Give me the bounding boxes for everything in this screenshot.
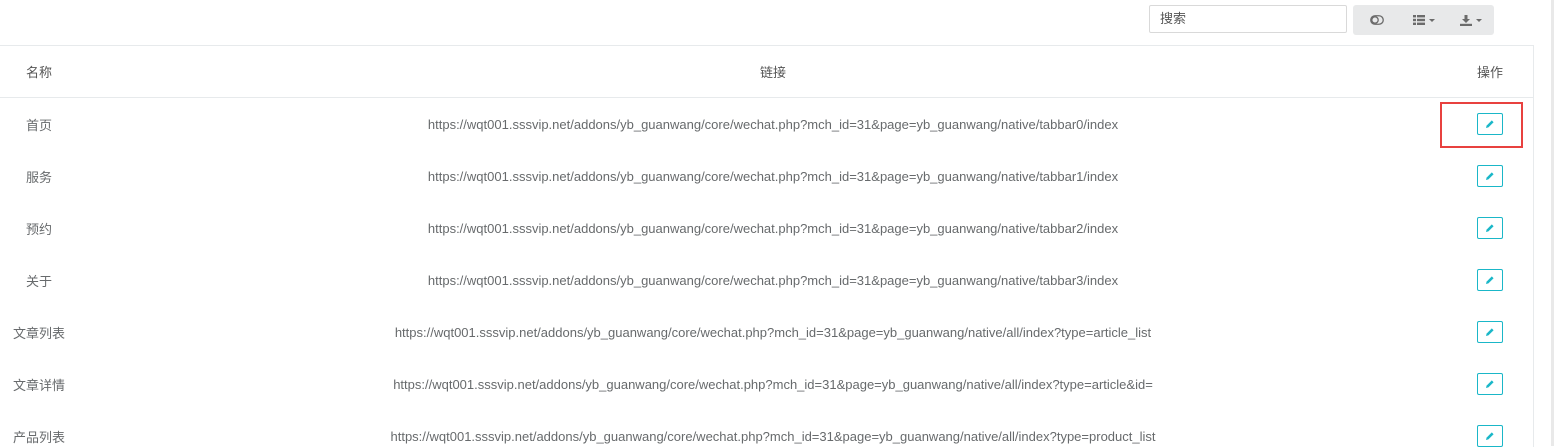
table-body: 首页 https://wqt001.sssvip.net/addons/yb_gu… — [0, 98, 1533, 447]
pencil-icon — [1486, 380, 1494, 388]
export-download-icon — [1459, 14, 1472, 26]
table-row: 文章列表 https://wqt001.sssvip.net/addons/yb_… — [0, 306, 1533, 358]
links-table: 名称 链接 操作 首页 https://wqt001.sssvip.net/add… — [0, 45, 1534, 447]
row-name: 文章列表 — [12, 326, 65, 342]
table-header: 名称 链接 操作 — [0, 46, 1533, 98]
toggle-icon — [1369, 15, 1384, 25]
row-link: https://wqt001.sssvip.net/addons/yb_guan… — [427, 220, 1119, 236]
export-button[interactable] — [1447, 5, 1494, 35]
row-actions — [1440, 150, 1533, 202]
row-link: https://wqt001.sssvip.net/addons/yb_guan… — [427, 168, 1119, 184]
edit-button[interactable] — [1477, 165, 1503, 187]
row-name: 产品列表 — [12, 430, 65, 446]
toggle-view-button[interactable] — [1353, 5, 1400, 35]
edit-button[interactable] — [1477, 425, 1503, 447]
row-actions — [1440, 98, 1533, 150]
row-name: 服务 — [25, 170, 52, 186]
row-actions — [1440, 306, 1533, 358]
columns-button[interactable] — [1400, 5, 1447, 35]
row-actions — [1440, 358, 1533, 410]
row-link: https://wqt001.sssvip.net/addons/yb_guan… — [427, 272, 1119, 288]
row-link: https://wqt001.sssvip.net/addons/yb_guan… — [390, 428, 1156, 444]
pencil-icon — [1486, 328, 1494, 336]
row-link: https://wqt001.sssvip.net/addons/yb_guan… — [393, 376, 1153, 392]
table-row: 预约 https://wqt001.sssvip.net/addons/yb_gu… — [0, 202, 1533, 254]
table-toolbar — [0, 0, 1554, 46]
chevron-down-icon — [1475, 18, 1482, 22]
pencil-icon — [1486, 120, 1494, 128]
table-row: 服务 https://wqt001.sssvip.net/addons/yb_gu… — [0, 150, 1533, 202]
pencil-icon — [1486, 276, 1494, 284]
pencil-icon — [1486, 172, 1494, 180]
edit-button[interactable] — [1477, 113, 1503, 135]
row-actions — [1440, 202, 1533, 254]
row-name: 文章详情 — [12, 378, 65, 394]
edit-button[interactable] — [1477, 373, 1503, 395]
column-header-name[interactable]: 名称 — [0, 46, 78, 97]
row-name: 首页 — [25, 118, 52, 134]
edit-button[interactable] — [1477, 321, 1503, 343]
row-link: https://wqt001.sssvip.net/addons/yb_guan… — [427, 116, 1119, 132]
pencil-icon — [1486, 432, 1494, 440]
table-row: 首页 https://wqt001.sssvip.net/addons/yb_gu… — [0, 98, 1533, 150]
table-row: 产品列表 https://wqt001.sssvip.net/addons/yb_… — [0, 410, 1533, 447]
pencil-icon — [1486, 224, 1494, 232]
chevron-down-icon — [1428, 18, 1435, 22]
search-input[interactable] — [1149, 5, 1347, 33]
row-name: 预约 — [25, 222, 52, 238]
row-name: 关于 — [25, 274, 52, 290]
edit-button[interactable] — [1477, 269, 1503, 291]
table-row: 关于 https://wqt001.sssvip.net/addons/yb_gu… — [0, 254, 1533, 306]
edit-button[interactable] — [1477, 217, 1503, 239]
columns-list-icon — [1412, 15, 1425, 25]
toolbar-button-group — [1353, 5, 1494, 35]
column-header-link[interactable]: 链接 — [78, 46, 1468, 97]
table-row: 文章详情 https://wqt001.sssvip.net/addons/yb_… — [0, 358, 1533, 410]
row-actions — [1440, 254, 1533, 306]
column-header-actions[interactable]: 操作 — [1440, 46, 1533, 97]
row-actions — [1440, 410, 1533, 447]
row-link: https://wqt001.sssvip.net/addons/yb_guan… — [394, 324, 1152, 340]
